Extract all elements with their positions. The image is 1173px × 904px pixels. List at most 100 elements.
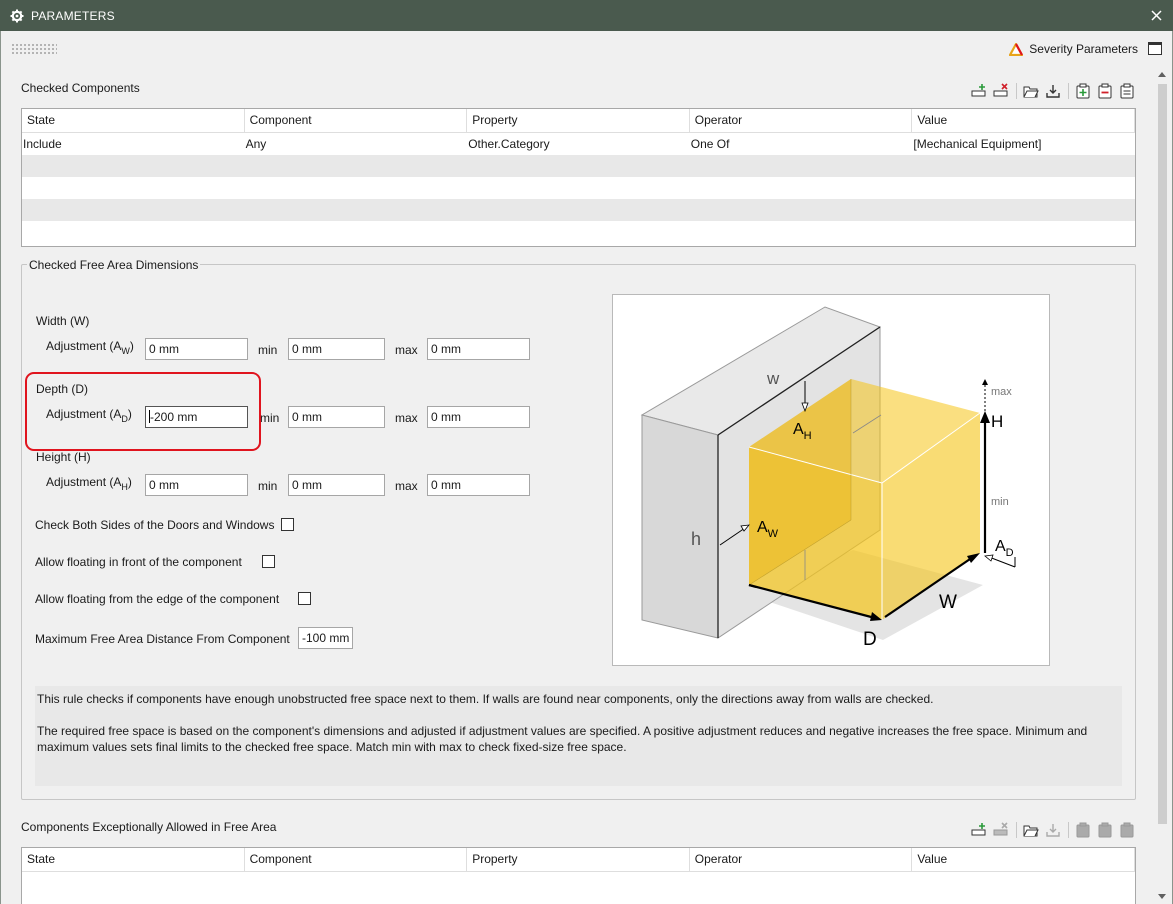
remove-row-button[interactable] [992,82,1010,100]
height-heading: Height (H) [36,450,91,464]
close-icon [1150,9,1162,21]
column-header-operator[interactable]: Operator [690,848,913,871]
vertical-scrollbar[interactable] [1154,67,1171,904]
drag-grip[interactable] [11,43,57,55]
column-header-value[interactable]: Value [912,109,1135,132]
remove-row-icon [993,83,1008,97]
toolbar-separator [1016,83,1017,99]
download-icon [1046,824,1060,837]
cell-state[interactable]: Include [22,133,245,155]
table-row-empty[interactable] [22,199,1135,221]
remove-clipboard-icon [1098,83,1112,99]
cell-value[interactable]: [Mechanical Equipment] [912,133,1135,155]
diagram-a-text: A [995,538,1006,555]
column-header-property[interactable]: Property [467,848,690,871]
depth-min-label: min [260,411,280,425]
height-max-label: max [395,479,418,493]
add-row-button[interactable] [970,82,988,100]
window-mode-icon[interactable] [1148,42,1162,55]
remove-clipboard-icon [1098,822,1112,838]
height-adjustment-input[interactable]: 0 mm [145,474,248,496]
clipboard-icon [1120,822,1134,838]
table-row-empty[interactable] [22,177,1135,199]
adjustment-text: Adjustment (A [46,475,122,489]
column-header-property[interactable]: Property [467,109,690,132]
description-paragraph-1: This rule checks if components have enou… [37,692,934,706]
adjustment-close: ) [129,339,134,353]
add-clipboard-button[interactable] [1074,82,1092,100]
depth-max-input[interactable]: 0 mm [427,406,530,428]
download-button[interactable] [1044,82,1062,100]
width-min-input[interactable]: 0 mm [288,338,385,360]
open-folder-button[interactable] [1022,82,1040,100]
scroll-up-icon[interactable] [1158,72,1166,77]
free-area-legend: Checked Free Area Dimensions [27,258,201,272]
column-header-state[interactable]: State [22,848,245,871]
cell-operator[interactable]: One Of [690,133,913,155]
width-adjustment-label: Adjustment (AW) [46,339,134,356]
remove-clipboard-button-disabled[interactable] [1096,821,1114,839]
clipboard-button[interactable] [1118,82,1136,100]
severity-parameters-button[interactable]: Severity Parameters [1009,42,1138,56]
height-min-label: min [258,479,278,493]
column-header-value[interactable]: Value [912,848,1135,871]
checked-components-table: State Component Property Operator Value … [21,108,1136,247]
cell-property[interactable]: Other.Category [467,133,690,155]
diagram-max-label: max [991,386,1012,398]
clipboard-button-disabled[interactable] [1118,821,1136,839]
width-heading: Width (W) [36,314,90,328]
toolbar-separator [1068,822,1069,838]
diagram-width-label: W [939,592,957,613]
add-clipboard-button-disabled[interactable] [1074,821,1092,839]
table-header: State Component Property Operator Value [22,848,1135,872]
scroll-thumb[interactable] [1158,84,1167,824]
download-button-disabled[interactable] [1044,821,1062,839]
remove-clipboard-button[interactable] [1096,82,1114,100]
toolbar-separator [1016,822,1017,838]
column-header-component[interactable]: Component [245,848,468,871]
table-row-empty[interactable] [22,155,1135,177]
cell-component[interactable]: Any [245,133,468,155]
check-both-sides-checkbox[interactable] [281,518,294,531]
height-min-input[interactable]: 0 mm [288,474,385,496]
width-max-input[interactable]: 0 mm [427,338,530,360]
diagram-ad-label: AD [995,538,1014,559]
adjustment-close: ) [127,475,132,489]
width-adjustment-input[interactable]: 0 mm [145,338,248,360]
description-paragraph-2: The required free space is based on the … [37,724,1088,754]
column-header-operator[interactable]: Operator [690,109,913,132]
adjustment-text: Adjustment (A [46,339,122,353]
diagram-h-label: h [691,529,701,549]
width-min-label: min [258,343,278,357]
check-both-sides-label: Check Both Sides of the Doors and Window… [35,518,275,532]
allow-front-checkbox[interactable] [262,555,275,568]
diagram-depth-label: D [863,629,877,650]
max-distance-input[interactable]: -100 mm [298,627,353,649]
column-header-state[interactable]: State [22,109,245,132]
height-max-input[interactable]: 0 mm [427,474,530,496]
column-header-component[interactable]: Component [245,109,468,132]
download-icon [1046,85,1060,98]
parameters-panel: Severity Parameters Checked Components S… [0,31,1173,904]
warning-triangle-icon [1009,42,1024,56]
diagram-ah-sub: H [804,430,812,442]
allow-edge-label: Allow floating from the edge of the comp… [35,592,280,606]
close-button[interactable] [1147,6,1165,24]
exceptions-table: State Component Property Operator Value [21,847,1136,904]
open-folder-button[interactable] [1022,821,1040,839]
remove-row-button-disabled[interactable] [992,821,1010,839]
exceptions-label: Components Exceptionally Allowed in Free… [21,820,277,834]
window-title: PARAMETERS [31,8,115,23]
table-row[interactable]: Include Any Other.Category One Of [Mecha… [22,133,1135,155]
allow-edge-checkbox[interactable] [298,592,311,605]
diagram-a-text: A [793,421,804,438]
scroll-down-icon[interactable] [1158,894,1166,899]
diagram-height-label: H [991,412,1003,431]
add-row-button[interactable] [970,821,988,839]
table-row-empty[interactable] [22,221,1135,243]
adjustment-sub: W [121,346,130,356]
diagram-aw-sub: W [768,528,779,540]
add-clipboard-icon [1076,83,1090,99]
open-folder-icon [1023,825,1039,837]
depth-min-input[interactable]: 0 mm [288,406,385,428]
